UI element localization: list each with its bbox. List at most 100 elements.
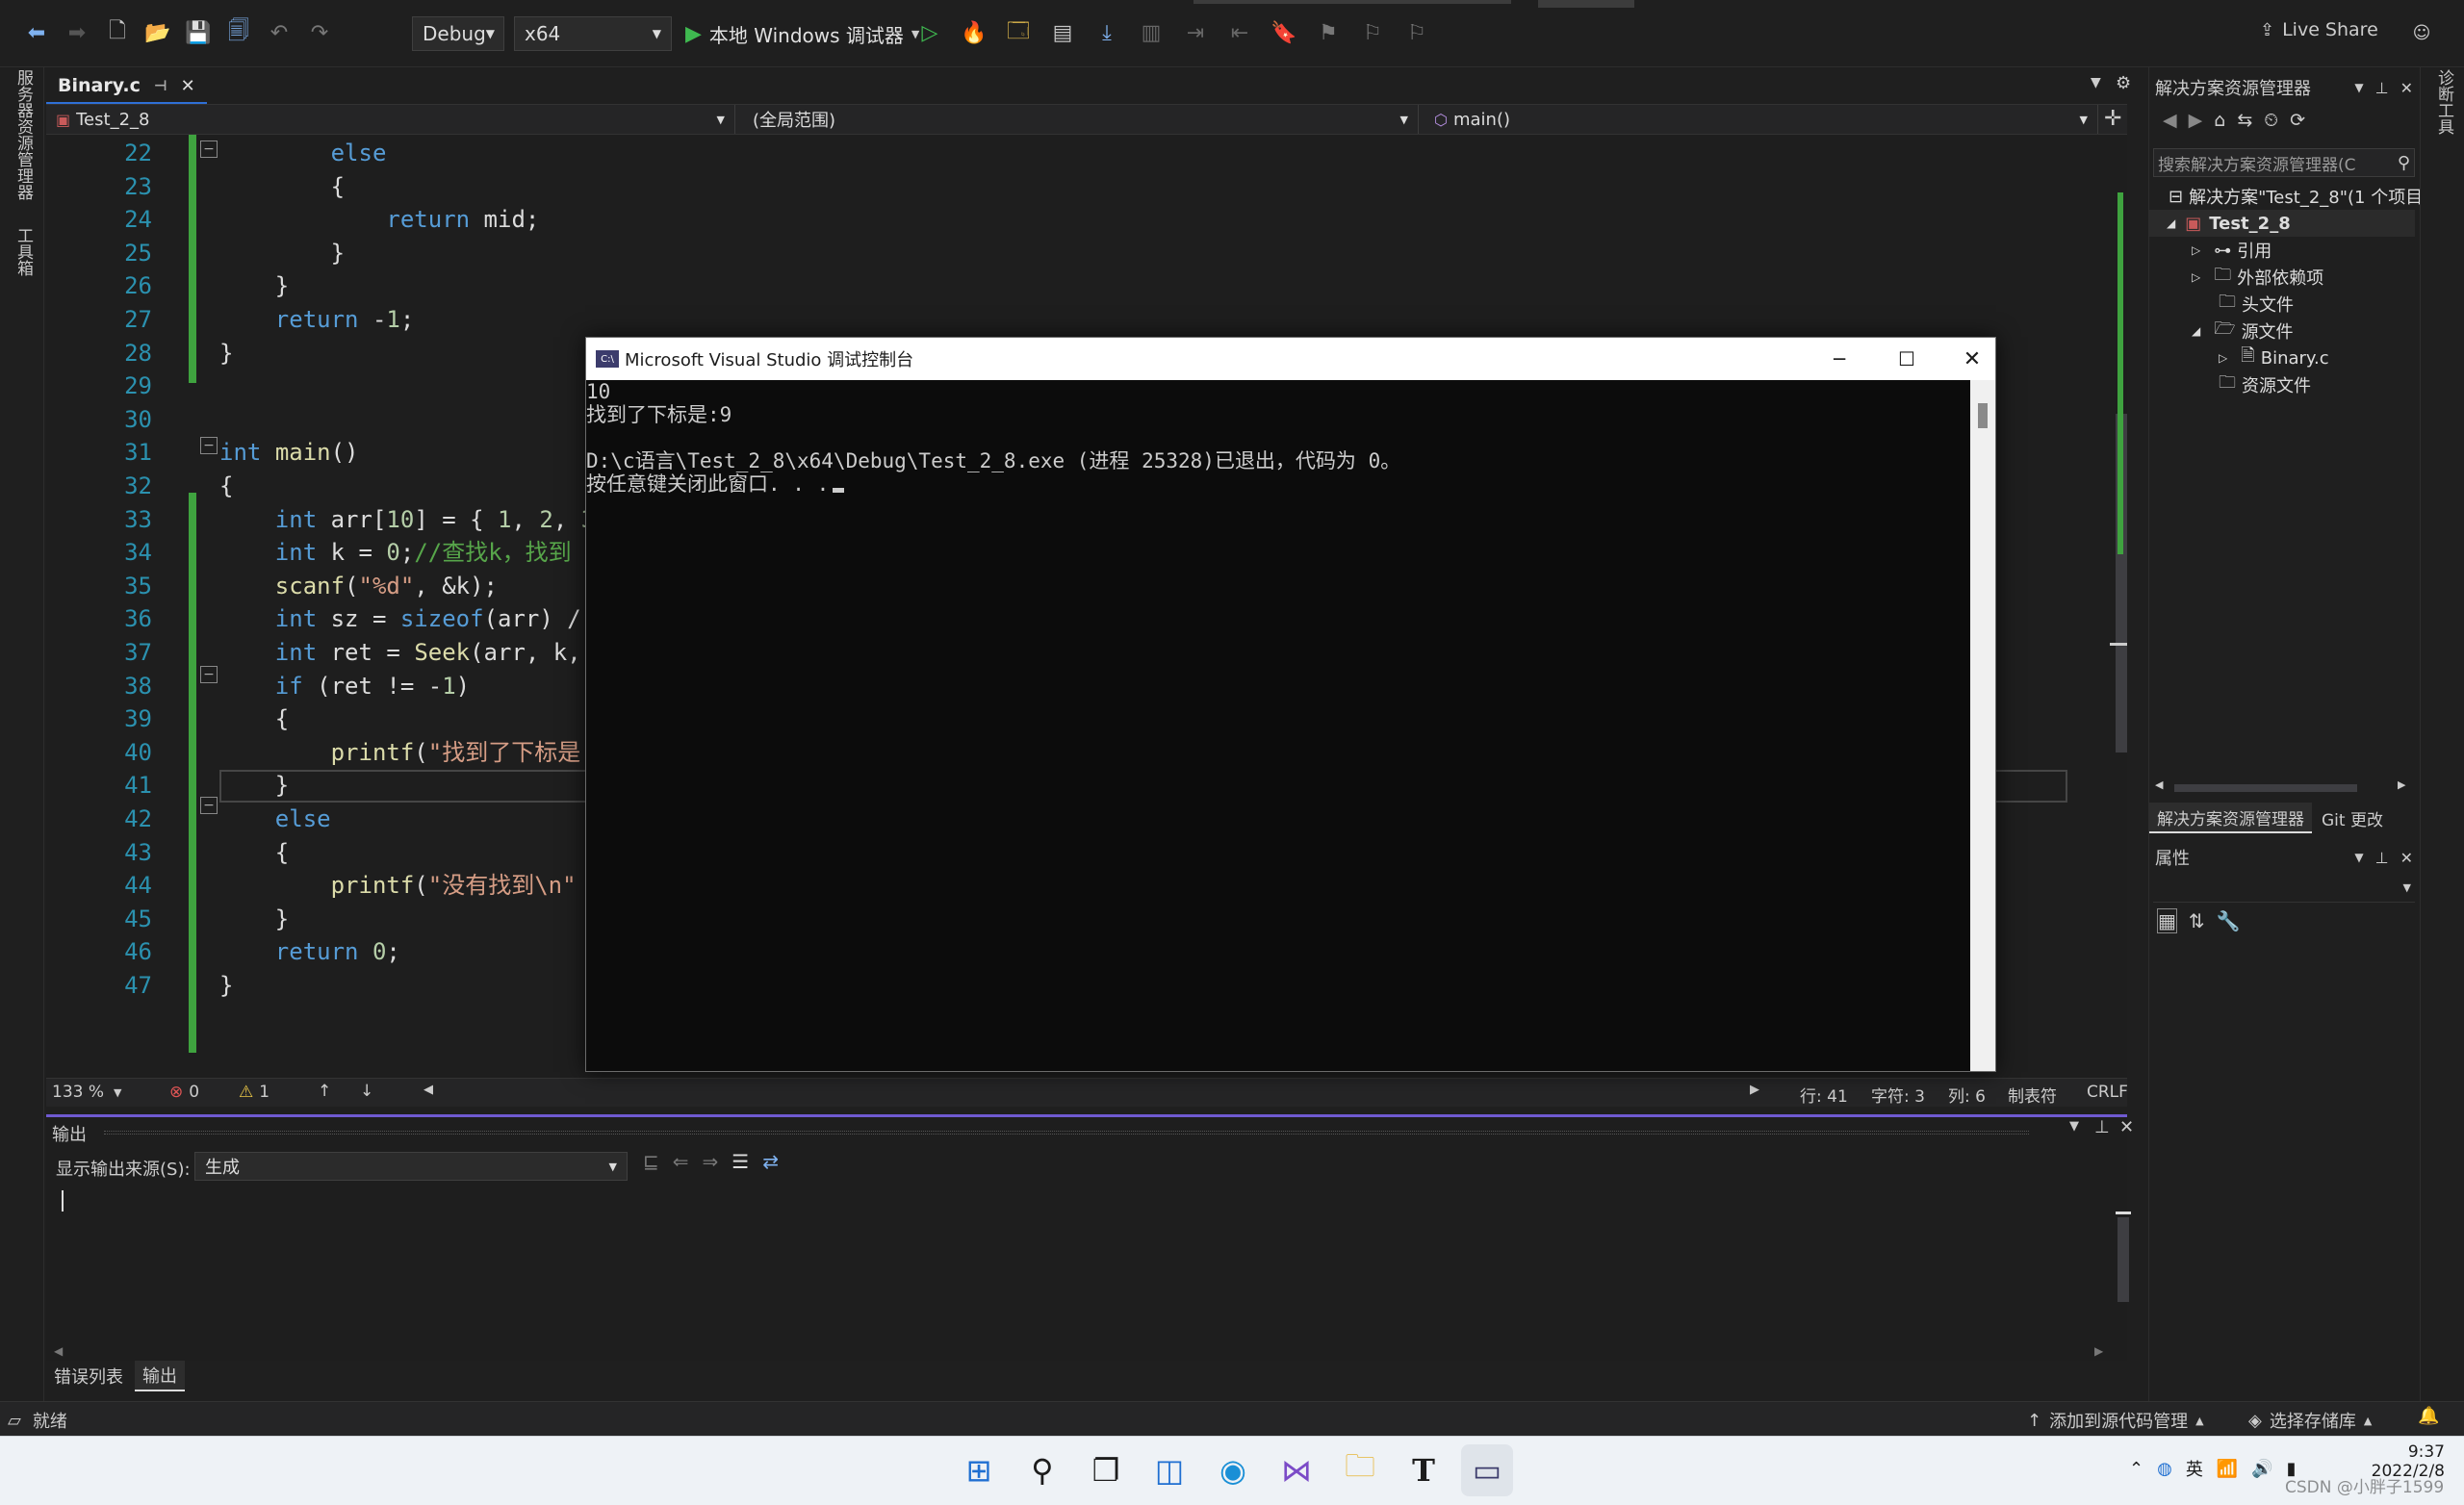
chevron-down-icon[interactable]: ▼ <box>2354 851 2363 864</box>
home-icon[interactable]: ⌂ <box>2214 110 2225 131</box>
pin-icon[interactable]: ⊥ <box>2094 1117 2110 1137</box>
property-pages-icon[interactable]: 🔧 <box>2217 909 2241 932</box>
visual-studio-icon[interactable]: ⋈ <box>1270 1444 1322 1496</box>
bell-icon[interactable]: 🔔 <box>2418 1406 2439 1426</box>
outdent-icon[interactable]: ⇤ <box>1222 15 1257 50</box>
prev-message-icon[interactable]: ⇐ <box>673 1150 689 1173</box>
undo-icon[interactable]: ↶ <box>262 15 296 50</box>
console-scrollbar[interactable] <box>1970 380 1995 1071</box>
config-select[interactable]: Debug ▼ <box>412 16 504 51</box>
window-icon[interactable]: 🗔 <box>1001 15 1036 50</box>
layout-icon[interactable]: ▤ <box>1045 15 1080 50</box>
output-text-area[interactable] <box>46 1186 2106 1356</box>
categorized-icon[interactable]: ▦ <box>2157 908 2177 933</box>
scrollbar-thumb[interactable] <box>2174 784 2357 792</box>
add-source-control-button[interactable]: ↑ 添加到源代码管理 ▲ <box>2027 1408 2204 1433</box>
tab-mode[interactable]: 制表符 <box>2008 1083 2057 1107</box>
maximize-icon[interactable]: ☐ <box>1887 342 1926 376</box>
tab-output[interactable]: 输出 <box>135 1361 185 1391</box>
pin-icon[interactable]: ⊥ <box>2375 849 2389 867</box>
tree-solution[interactable]: ⊟ 解决方案"Test_2_8"(1 个项目 <box>2169 183 2423 210</box>
scroll-right-icon[interactable]: ▶ <box>2398 778 2405 791</box>
forward-icon[interactable]: ➡ <box>60 15 94 50</box>
tab-error-list[interactable]: 错误列表 <box>46 1362 131 1390</box>
scroll-left-icon[interactable]: ◀ <box>54 1344 63 1358</box>
next-bookmark-icon[interactable]: ⚐ <box>1355 15 1390 50</box>
save-icon[interactable]: 💾 <box>181 15 216 50</box>
start-without-debug-icon[interactable]: ▷ <box>912 15 947 50</box>
file-explorer-icon[interactable]: 🗀 <box>1334 1444 1386 1496</box>
scrollbar-thumb[interactable] <box>2118 1217 2129 1302</box>
prev-bookmark-icon[interactable]: ⚑ <box>1311 15 1346 50</box>
server-explorer-tab[interactable]: 服务器资源管理器 <box>12 69 36 200</box>
next-message-icon[interactable]: ⇒ <box>703 1150 719 1173</box>
live-share-button[interactable]: ⇪ Live Share <box>2260 19 2378 40</box>
indent-icon[interactable]: ⇥ <box>1178 15 1213 50</box>
properties-object-select[interactable]: ▼ <box>2153 880 2415 903</box>
open-icon[interactable]: 📂 <box>141 15 175 50</box>
chevron-down-icon[interactable]: ▼ <box>2354 81 2363 94</box>
history-icon[interactable]: ⏲ <box>2264 110 2278 131</box>
member-dropdown[interactable]: ⬡ main() ▼ <box>1424 105 2098 134</box>
tab-solution-explorer[interactable]: 解决方案资源管理器 <box>2149 803 2312 833</box>
feedback-icon[interactable]: ☺ <box>2404 15 2439 50</box>
vertical-scrollbar[interactable] <box>2110 142 2127 1066</box>
hot-reload-icon[interactable]: 🔥 <box>957 15 991 50</box>
solution-search-box[interactable]: 搜索解决方案资源管理器(C ⚲ <box>2153 148 2415 177</box>
minimize-icon[interactable]: ─ <box>1820 342 1859 376</box>
close-icon[interactable]: ✕ <box>2119 1117 2134 1137</box>
terminal-icon[interactable]: ▭ <box>1461 1444 1513 1496</box>
tree-item-binary-c[interactable]: ▷ 🗎 Binary.c <box>2219 344 2329 371</box>
search-icon[interactable]: ⚲ <box>1016 1444 1068 1496</box>
toolbox-tab[interactable]: 工具箱 <box>12 227 36 276</box>
pin-icon[interactable]: ⊥ <box>2375 79 2389 97</box>
task-view-icon[interactable]: ❐ <box>1080 1444 1132 1496</box>
chevron-up-icon[interactable]: ⌃ <box>2129 1459 2143 1479</box>
close-icon[interactable]: ✕ <box>2400 849 2413 867</box>
switch-view-icon[interactable]: ⇆ <box>2237 110 2252 131</box>
word-wrap-icon[interactable]: ⇄ <box>762 1150 779 1173</box>
scroll-right-icon[interactable]: ▶ <box>1750 1083 1759 1097</box>
comment-icon[interactable]: ▥ <box>1134 15 1168 50</box>
output-source-select[interactable]: 生成 ▼ <box>194 1152 628 1181</box>
tab-list-icon[interactable]: ▼ <box>2091 75 2101 90</box>
ime-indicator[interactable]: 英 <box>2186 1456 2203 1481</box>
tree-project[interactable]: ◢ ▣ Test_2_8 <box>2149 210 2415 237</box>
scrollbar-thumb[interactable] <box>1978 403 1988 428</box>
scroll-left-icon[interactable]: ◀ <box>424 1083 433 1097</box>
sync-icon[interactable]: ⟳ <box>2290 110 2305 131</box>
output-vertical-scrollbar[interactable] <box>2116 1194 2131 1354</box>
console-output[interactable]: 10 找到了下标是:9 D:\c语言\Test_2_8\x64\Debug\Te… <box>586 380 1970 1071</box>
tree-item-external-deps[interactable]: ▷ 🗀 外部依赖项 <box>2192 264 2323 291</box>
windows-start-icon[interactable]: ⊞ <box>953 1444 1005 1496</box>
redo-icon[interactable]: ↷ <box>302 15 337 50</box>
tree-item-resources[interactable]: 🗀 资源文件 <box>2219 371 2311 398</box>
arrow-down-icon[interactable]: ↓ <box>360 1082 373 1101</box>
clear-bookmarks-icon[interactable]: ⚐ <box>1399 15 1434 50</box>
close-icon[interactable]: ✕ <box>1953 342 1991 376</box>
select-repo-button[interactable]: ◈ 选择存储库 ▲ <box>2248 1408 2372 1433</box>
debug-console-window[interactable]: C:\ Microsoft Visual Studio 调试控制台 ─ ☐ ✕ … <box>585 337 1996 1072</box>
chevron-down-icon[interactable]: ▼ <box>2069 1119 2079 1134</box>
close-icon[interactable]: ✕ <box>2400 79 2413 97</box>
clock-time[interactable]: 9:37 <box>2348 1442 2445 1462</box>
project-dropdown[interactable]: ▣ Test_2_8 ▼ <box>46 105 735 134</box>
bookmark-icon[interactable]: 🔖 <box>1267 15 1301 50</box>
typora-icon[interactable]: T <box>1398 1444 1450 1496</box>
scroll-left-icon[interactable]: ◀ <box>2155 778 2163 791</box>
tab-binary-c[interactable]: Binary.c ⊣ ✕ <box>46 69 207 104</box>
forward-icon[interactable]: ▶ <box>2189 110 2203 131</box>
tab-git-changes[interactable]: Git 更改 <box>2314 804 2391 832</box>
run-debugger-button[interactable]: ▶ 本地 Windows 调试器 ▼ <box>685 16 919 51</box>
tray-app-icon[interactable]: ◍ <box>2157 1459 2172 1479</box>
gear-icon[interactable]: ⚙ <box>2116 73 2131 93</box>
edge-icon[interactable]: ◉ <box>1207 1444 1259 1496</box>
alphabetical-icon[interactable]: ⇅ <box>2189 909 2205 932</box>
tree-item-sources[interactable]: ◢ 🗁 源文件 <box>2192 318 2294 344</box>
close-icon[interactable]: ✕ <box>181 76 195 96</box>
console-title-bar[interactable]: C:\ Microsoft Visual Studio 调试控制台 ─ ☐ ✕ <box>586 338 1995 380</box>
tree-item-headers[interactable]: 🗀 头文件 <box>2219 291 2294 318</box>
save-all-icon[interactable]: 🗐 <box>221 15 256 50</box>
arrow-up-icon[interactable]: ↑ <box>318 1082 331 1101</box>
scope-dropdown[interactable]: (全局范围) ▼ <box>743 105 1419 134</box>
